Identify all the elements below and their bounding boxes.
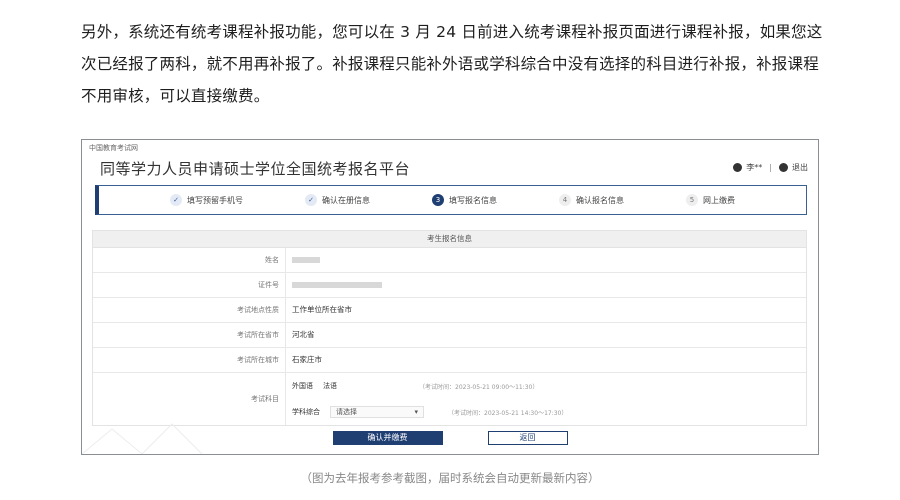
exam-time: （考试时间：2023-05-21 14:30～17:30）: [448, 409, 568, 417]
subject-name: 外国语: [292, 382, 313, 390]
subject-value: 法语: [323, 382, 337, 390]
step-label: 填写预留手机号: [187, 195, 243, 205]
check-icon: ✓: [305, 194, 317, 206]
check-icon: ✓: [170, 194, 182, 206]
progress-steps: ✓ 填写预留手机号 ✓ 确认在册信息 3 填写报名信息 4 确认报名信息 5 网…: [95, 185, 807, 215]
form-row-province: 考试所在省市 河北省: [93, 323, 806, 348]
step-label: 填写报名信息: [449, 195, 497, 205]
field-label: 证件号: [93, 273, 286, 297]
exam-time: （考试时间：2023-05-21 09:00～11:30）: [419, 383, 539, 391]
field-value: 工作单位所在省市: [292, 305, 352, 314]
image-caption: （图为去年报考参考截图，届时系统会自动更新最新内容）: [300, 471, 600, 485]
field-value: 石家庄市: [292, 355, 322, 364]
form-row-location-type: 考试地点性质 工作单位所在省市: [93, 298, 806, 323]
action-buttons: 确认并缴费 返回: [82, 431, 818, 445]
subject-foreign-language: 外国语 法语 （考试时间：2023-05-21 09:00～11:30）: [292, 373, 806, 399]
field-label: 考试地点性质: [93, 298, 286, 322]
platform-title: 同等学力人员申请硕士学位全国统考报名平台: [100, 160, 411, 178]
field-label: 姓名: [93, 248, 286, 272]
caret-down-icon: ▾: [414, 408, 418, 416]
step-label: 网上缴费: [703, 195, 735, 205]
step-number: 3: [432, 194, 444, 206]
registration-form: 考生报名信息 姓名 证件号 考试地点性质 工作单位所在省市 考试所在省市 河北省…: [92, 230, 807, 426]
user-icon: [733, 163, 743, 172]
step-4: 4 确认报名信息: [559, 194, 624, 206]
intro-paragraph: 另外，系统还有统考课程补报功能，您可以在 3 月 24 日前进入统考课程补报页面…: [81, 23, 823, 105]
step-number: 4: [559, 194, 571, 206]
site-name: 中国教育考试网: [89, 144, 138, 152]
user-area: 李** | 退出: [733, 162, 808, 173]
field-label: 考试所在省市: [93, 323, 286, 347]
logout-link[interactable]: 退出: [792, 162, 808, 173]
back-button[interactable]: 返回: [487, 431, 568, 445]
redacted-block: [292, 257, 320, 263]
form-row-id: 证件号: [93, 273, 806, 298]
step-1: ✓ 填写预留手机号: [170, 194, 243, 206]
step-2: ✓ 确认在册信息: [305, 194, 370, 206]
field-label: 考试所在城市: [93, 348, 286, 372]
form-row-name: 姓名: [93, 248, 806, 273]
logout-icon[interactable]: [779, 163, 788, 172]
confirm-pay-button[interactable]: 确认并缴费: [332, 431, 443, 445]
step-label: 确认报名信息: [576, 195, 624, 205]
step-5: 5 网上缴费: [686, 194, 735, 206]
user-name: 李**: [746, 163, 763, 172]
step-number: 5: [686, 194, 698, 206]
id-value-redacted: [286, 273, 806, 297]
step-label: 确认在册信息: [322, 195, 370, 205]
platform-screenshot: 中国教育考试网 同等学力人员申请硕士学位全国统考报名平台 李** | 退出 ✓ …: [81, 139, 819, 455]
form-title: 考生报名信息: [93, 231, 806, 248]
form-row-city: 考试所在城市 石家庄市: [93, 348, 806, 373]
redacted-block: [292, 282, 382, 288]
field-value: 河北省: [292, 330, 315, 339]
divider: |: [769, 163, 772, 172]
name-value-redacted: [286, 248, 806, 272]
step-3: 3 填写报名信息: [432, 194, 497, 206]
